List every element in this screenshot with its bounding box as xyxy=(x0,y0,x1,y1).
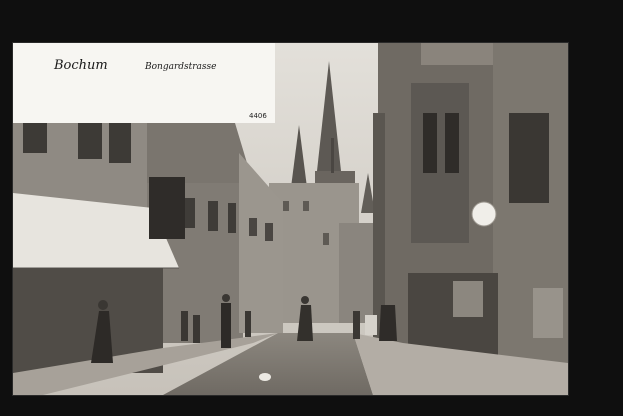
caption-city: Bochum xyxy=(54,58,108,73)
card-number: 4406 xyxy=(249,112,267,120)
caption-panel: Bochum Bongardstrasse 4406 xyxy=(13,43,275,123)
dog xyxy=(259,373,271,381)
right-buildings xyxy=(373,43,568,373)
postcard-photo: Bochum Bongardstrasse 4406 xyxy=(12,42,569,396)
street-lamp xyxy=(471,201,497,227)
caption-street: Bongardstrasse xyxy=(145,62,217,72)
bakery-sign xyxy=(149,177,185,239)
